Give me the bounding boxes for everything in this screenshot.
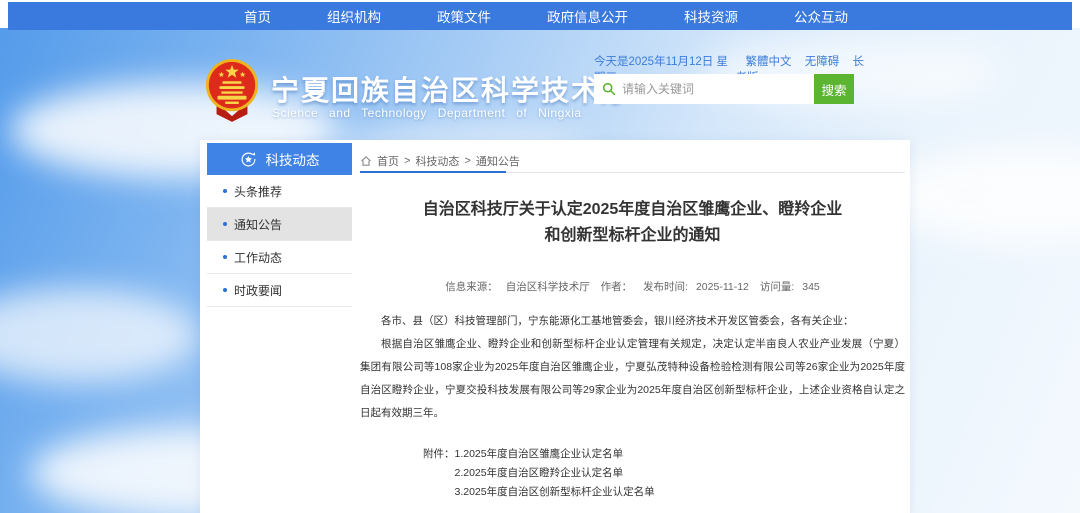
- breadcrumb-divider: [360, 171, 905, 173]
- top-navigation: 首页 组织机构 政策文件 政府信息公开 科技资源 公众互动: [8, 2, 1072, 30]
- sidebar-item-political-news[interactable]: 时政要闻: [207, 274, 352, 307]
- attachments-block: 附件： 1.2025年度自治区雏鹰企业认定名单 2.2025年度自治区瞪羚企业认…: [423, 445, 905, 502]
- bullet-dot-icon: [223, 222, 227, 226]
- nav-item-public-interaction[interactable]: 公众互动: [794, 6, 848, 26]
- sidebar-item-label: 头条推荐: [234, 183, 282, 200]
- site-title: 宁夏回族自治区科学技术厅: [271, 69, 631, 109]
- meta-author-label: 作者：: [601, 281, 633, 293]
- sidebar-item-headlines[interactable]: 头条推荐: [207, 175, 352, 208]
- link-traditional-chinese[interactable]: 繁體中文: [746, 56, 792, 68]
- breadcrumb: 首页 > 科技动态 > 通知公告: [360, 140, 905, 171]
- breadcrumb-separator: >: [404, 155, 410, 167]
- link-accessibility[interactable]: 无障碍: [805, 56, 840, 68]
- cloud-shape: [880, 148, 1080, 243]
- breadcrumb-tech-news[interactable]: 科技动态: [415, 153, 459, 169]
- nav-item-home[interactable]: 首页: [244, 6, 271, 26]
- content-panel: 科技动态 头条推荐 通知公告 工作动态 时政要闻: [200, 140, 910, 513]
- sidebar-item-work-updates[interactable]: 工作动态: [207, 241, 352, 274]
- article-meta: 信息来源： 自治区科学技术厅 作者： 发布时间: 2025-11-12 访问量: 34…: [360, 279, 905, 294]
- article-title-line1: 自治区科技厅关于认定2025年度自治区雏鹰企业、瞪羚企业: [360, 197, 905, 223]
- article-title: 自治区科技厅关于认定2025年度自治区雏鹰企业、瞪羚企业 和创新型标杆企业的通知: [360, 197, 905, 249]
- nav-item-gov-info-disclosure[interactable]: 政府信息公开: [547, 6, 628, 26]
- sidebar-header: 科技动态: [207, 143, 352, 175]
- meta-visits-value: 345: [802, 281, 820, 293]
- meta-source-label: 信息来源：: [445, 281, 498, 293]
- home-icon[interactable]: [360, 155, 372, 167]
- star-circle-icon: [240, 151, 257, 168]
- search-input-wrap: [594, 74, 814, 104]
- sidebar-item-label: 工作动态: [234, 249, 282, 266]
- sidebar-item-label: 时政要闻: [234, 282, 282, 299]
- search-bar: 搜索: [594, 74, 854, 104]
- attachment-link-1[interactable]: 1.2025年度自治区雏鹰企业认定名单: [455, 445, 655, 464]
- bullet-dot-icon: [223, 288, 227, 292]
- breadcrumb-home[interactable]: 首页: [377, 153, 399, 169]
- sidebar-item-notices[interactable]: 通知公告: [207, 208, 352, 241]
- nav-item-tech-resources[interactable]: 科技资源: [684, 6, 738, 26]
- search-icon: [602, 82, 616, 96]
- nav-item-policy-documents[interactable]: 政策文件: [437, 6, 491, 26]
- attachment-link-2[interactable]: 2.2025年度自治区瞪羚企业认定名单: [455, 464, 655, 483]
- sidebar-title: 科技动态: [266, 149, 320, 169]
- meta-publish-date: 2025-11-12: [696, 281, 749, 293]
- article-title-line2: 和创新型标杆企业的通知: [360, 223, 905, 249]
- attachments-label: 附件：: [423, 445, 455, 502]
- bullet-dot-icon: [223, 189, 227, 193]
- sidebar-item-label: 通知公告: [234, 216, 282, 233]
- meta-source-value: 自治区科学技术厅: [506, 281, 590, 293]
- sidebar: 科技动态 头条推荐 通知公告 工作动态 时政要闻: [207, 143, 352, 307]
- search-input[interactable]: [622, 82, 806, 96]
- page: 首页 组织机构 政策文件 政府信息公开 科技资源 公众互动 宁夏回族自治区科学技…: [0, 0, 1080, 513]
- breadcrumb-notices[interactable]: 通知公告: [476, 153, 520, 169]
- national-emblem-logo: [203, 56, 261, 127]
- article-body: 各市、县（区）科技管理部门，宁东能源化工基地管委会，银川经济技术开发区管委会，各…: [360, 310, 905, 425]
- search-button[interactable]: 搜索: [814, 74, 854, 104]
- article-paragraph: 各市、县（区）科技管理部门，宁东能源化工基地管委会，银川经济技术开发区管委会，各…: [360, 310, 905, 333]
- cloud-shape: [0, 288, 200, 383]
- site-subtitle: Science and Technology Department of Nin…: [272, 106, 582, 120]
- breadcrumb-accent-bar: [360, 171, 506, 173]
- attachment-link-3[interactable]: 3.2025年度自治区创新型标杆企业认定名单: [455, 483, 655, 502]
- attachments-list: 1.2025年度自治区雏鹰企业认定名单 2.2025年度自治区瞪羚企业认定名单 …: [455, 445, 655, 502]
- bullet-dot-icon: [223, 255, 227, 259]
- meta-publish-label: 发布时间:: [643, 281, 688, 293]
- meta-visits-label: 访问量:: [760, 281, 794, 293]
- article-area: 首页 > 科技动态 > 通知公告 自治区科技厅关于认定2025年度自治区雏鹰企业…: [360, 140, 905, 502]
- breadcrumb-separator: >: [464, 155, 470, 167]
- article-paragraph: 根据自治区雏鹰企业、瞪羚企业和创新型标杆企业认定管理有关规定，决定认定半亩良人农…: [360, 333, 905, 425]
- nav-item-organization[interactable]: 组织机构: [327, 6, 381, 26]
